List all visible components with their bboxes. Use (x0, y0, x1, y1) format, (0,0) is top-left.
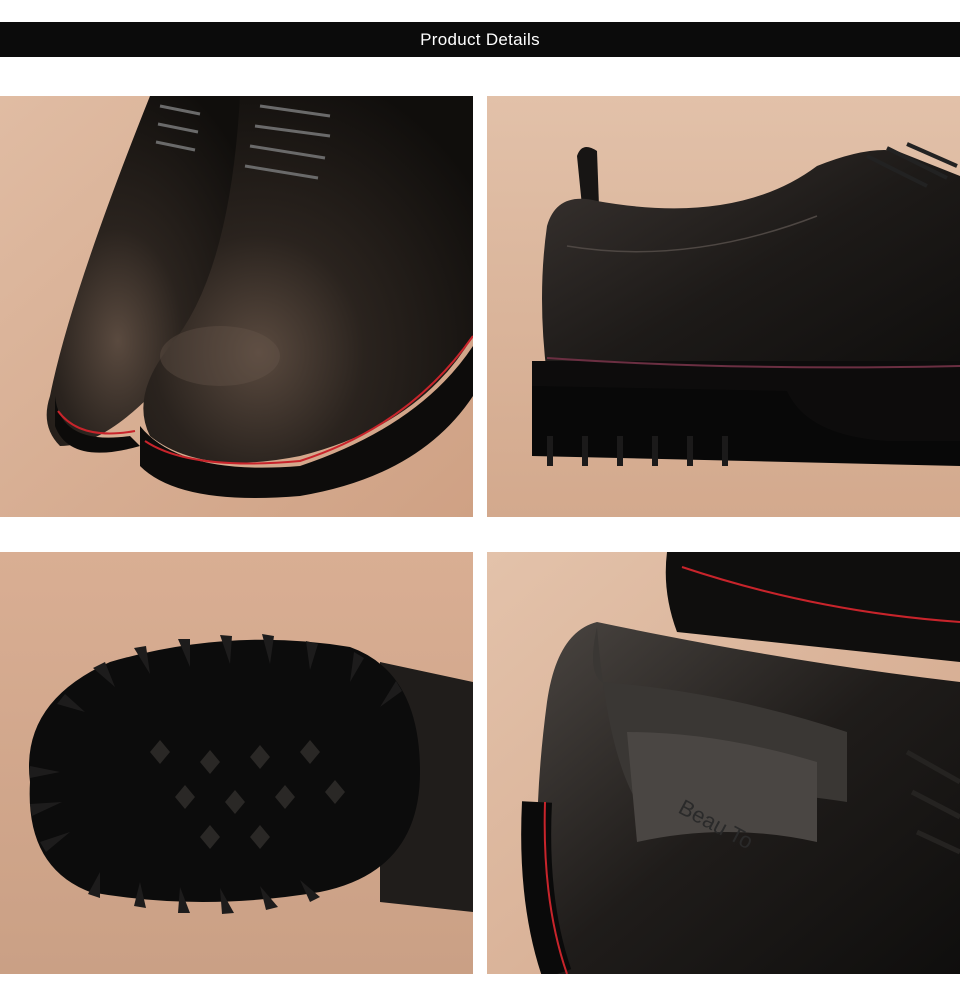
shoe-toe-photo (0, 96, 473, 517)
shoe-insole-photo: Beau To (487, 552, 960, 974)
section-title: Product Details (420, 29, 540, 49)
shoe-sole-photo (0, 552, 473, 974)
shoe-heel-photo (487, 96, 960, 517)
section-header: Product Details (0, 22, 960, 57)
